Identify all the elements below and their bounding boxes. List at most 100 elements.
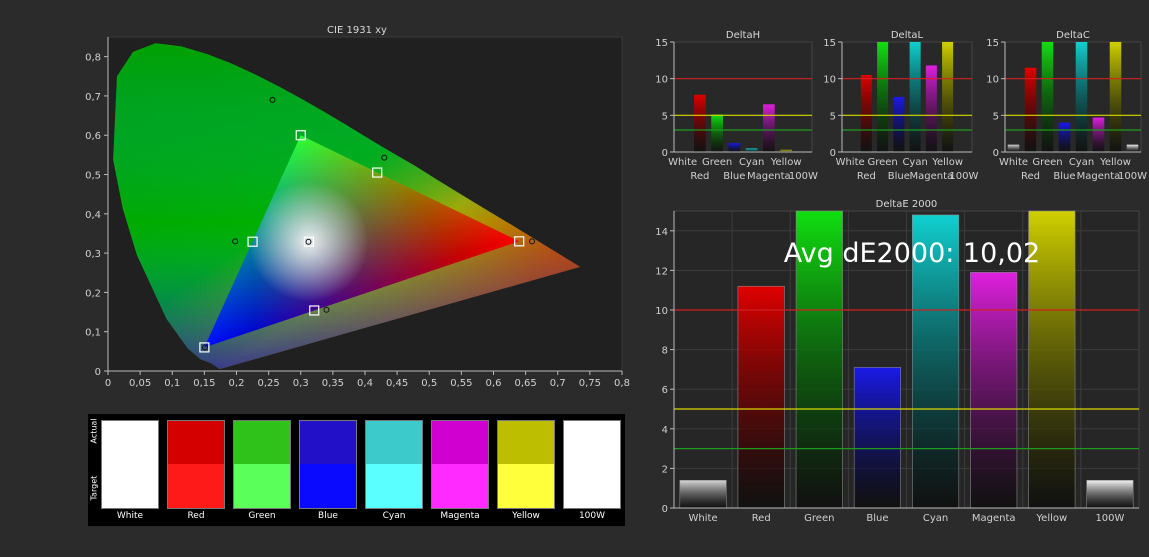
delta-chart-1: DeltaL 0 5 10 15 White Red Green Blue Cyan Magenta… <box>823 30 978 182</box>
swatch-target-100w <box>563 464 621 509</box>
category-label: 100W <box>789 171 818 182</box>
bar-yellow <box>942 42 954 152</box>
bar-yellow <box>780 149 792 152</box>
bar-magenta <box>763 104 775 152</box>
bar-cyan <box>745 148 758 152</box>
cie-y-tick-label: 0,5 <box>85 171 101 182</box>
chart-title: DeltaH <box>726 30 760 41</box>
y-tick-label: 12 <box>655 266 668 277</box>
bar-magenta <box>970 272 1018 509</box>
y-tick-label: 15 <box>823 38 836 49</box>
calibration-report: CIE 1931 xy 0 0,05 0,1 0,15 0,2 0,25 0,3 0,35 0,… <box>0 0 1149 557</box>
y-tick-label: 6 <box>662 385 668 396</box>
swatch-actual-100w <box>563 420 621 465</box>
bar-yellow <box>1028 210 1076 509</box>
category-label: Cyan <box>1069 157 1094 168</box>
category-label: Magenta <box>910 171 954 182</box>
category-label: White <box>836 157 865 168</box>
delta-chart-3: DeltaE 2000 0 2 4 6 8 10 12 14 White Red Green Blue C… <box>655 199 1140 524</box>
bar-blue <box>1058 122 1071 152</box>
bar-blue <box>728 143 741 152</box>
cie-x-tick-label: 0,8 <box>614 378 630 389</box>
cie-x-tick-label: 0,4 <box>357 378 373 389</box>
bar-red <box>694 94 706 152</box>
y-tick-label: 0 <box>993 148 999 159</box>
cie-x-tick-label: 0 <box>105 378 111 389</box>
cie-y-tick-label: 0,4 <box>85 210 101 221</box>
cie-y-tick-label: 0,2 <box>85 288 101 299</box>
chart-plot-area <box>1004 41 1142 153</box>
cie-x-tick-label: 0,6 <box>486 378 502 389</box>
category-label: Blue <box>723 171 745 182</box>
category-label: 100W <box>1118 171 1147 182</box>
y-tick-label: 10 <box>823 75 836 86</box>
cie-x-tick-label: 0,45 <box>386 378 408 389</box>
chart-plot-area <box>673 41 813 153</box>
y-tick-label: 10 <box>655 306 668 317</box>
cie-y-tick-label: 0,3 <box>85 249 101 260</box>
swatch-label: 100W <box>578 511 606 521</box>
swatch-target-red <box>167 464 225 509</box>
actual-row-label: Actual <box>89 418 99 444</box>
bar-cyan <box>1075 42 1088 152</box>
y-tick-label: 5 <box>993 111 999 122</box>
swatch-label: Green <box>248 511 276 521</box>
swatch-target-green <box>233 464 291 509</box>
cie-y-tick-label: 0,1 <box>85 328 101 339</box>
category-label: Green <box>867 157 897 168</box>
swatch-target-cyan <box>365 464 423 509</box>
cie-x-tick-label: 0,75 <box>579 378 601 389</box>
category-label: Cyan <box>739 157 764 168</box>
swatch-label: Blue <box>318 511 338 521</box>
bar-green <box>1041 42 1054 152</box>
y-tick-label: 0 <box>830 148 836 159</box>
cie-x-tick-label: 0,25 <box>257 378 279 389</box>
bar-white <box>679 479 727 509</box>
y-tick-label: 8 <box>662 346 668 357</box>
category-label: Green <box>702 157 732 168</box>
bar-white <box>1007 144 1020 152</box>
y-tick-label: 4 <box>662 425 668 436</box>
bar-yellow <box>1109 42 1122 152</box>
bar-blue <box>893 97 905 152</box>
chart-title: DeltaC <box>1056 30 1090 41</box>
swatch-target-blue <box>299 464 357 509</box>
category-label: White <box>999 157 1028 168</box>
y-tick-label: 14 <box>655 227 668 238</box>
category-label: Yellow <box>1035 513 1067 524</box>
swatch-label: Red <box>187 511 205 521</box>
swatch-label: Yellow <box>512 511 540 521</box>
cie-x-tick-label: 0,55 <box>450 378 472 389</box>
cie-x-tick-label: 0,35 <box>322 378 344 389</box>
category-label: Blue <box>888 171 910 182</box>
cie-x-tick-label: 0,1 <box>164 378 180 389</box>
category-label: Magenta <box>1077 171 1121 182</box>
y-tick-label: 5 <box>830 111 836 122</box>
cie-y-tick-label: 0,7 <box>85 92 101 103</box>
swatch-actual-magenta <box>431 420 489 465</box>
category-label: Yellow <box>1099 157 1131 168</box>
chart-plot-area <box>673 210 1140 509</box>
y-tick-label: 2 <box>662 464 668 475</box>
bar-magenta <box>925 65 937 152</box>
category-label: Green <box>804 513 834 524</box>
delta-chart-0: DeltaH 0 5 10 15 White Red Green Blue Cyan Magenta… <box>655 30 818 182</box>
bar-100w <box>1126 144 1139 152</box>
chart-plot-area <box>841 41 973 153</box>
category-label: White <box>668 157 697 168</box>
cie-x-tick-label: 0,3 <box>293 378 309 389</box>
cie-title: CIE 1931 xy <box>327 25 387 36</box>
y-tick-label: 0 <box>662 504 668 515</box>
y-tick-label: 10 <box>655 75 668 86</box>
bar-blue <box>853 367 901 509</box>
swatch-target-magenta <box>431 464 489 509</box>
cie-x-tick-label: 0,65 <box>514 378 536 389</box>
category-label: Red <box>752 513 771 524</box>
category-label: Cyan <box>902 157 927 168</box>
category-label: Magenta <box>972 513 1016 524</box>
cie-x-tick-label: 0,5 <box>421 378 437 389</box>
swatch-label: White <box>116 511 144 521</box>
bar-green <box>711 114 723 152</box>
bar-red <box>1024 67 1037 152</box>
y-tick-label: 0 <box>662 148 668 159</box>
